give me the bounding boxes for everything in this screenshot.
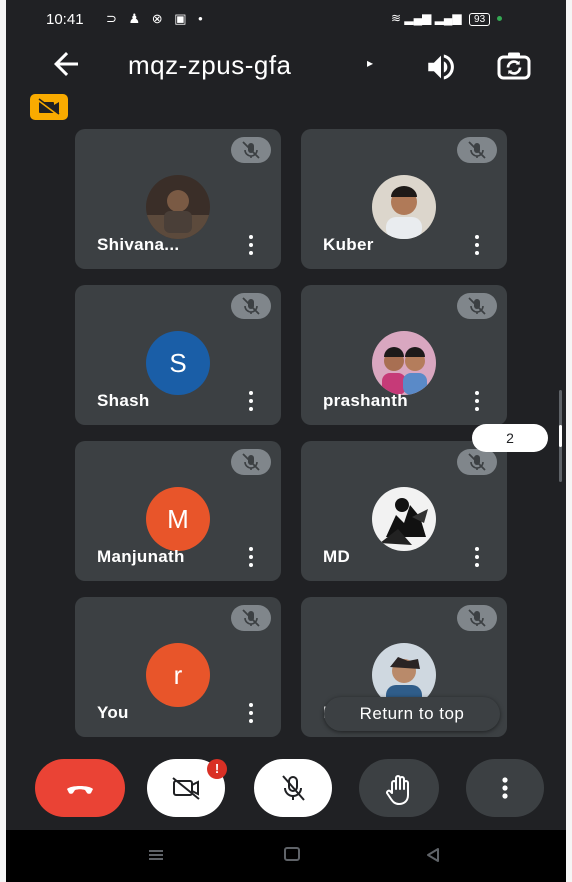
meeting-code[interactable]: mqz-zpus-gfa [128, 50, 292, 81]
more-options-button[interactable] [466, 759, 544, 817]
more-vert-icon[interactable] [469, 389, 485, 413]
more-vert-icon[interactable] [243, 701, 259, 725]
avatar-initial: M [146, 487, 210, 551]
participant-name: You [97, 703, 129, 722]
more-vert-icon [502, 777, 508, 799]
mic-off-icon [282, 775, 305, 801]
participant-tile[interactable]: M Manjunath [75, 441, 281, 581]
muted-mic-icon [231, 137, 271, 163]
toggle-mic-button[interactable] [254, 759, 332, 817]
participant-name: Manjunath [97, 547, 185, 566]
participant-tile[interactable]: prashanth [301, 285, 507, 425]
participant-name: Shivana... [97, 235, 180, 254]
speaker-icon[interactable] [424, 50, 458, 84]
more-vert-icon[interactable] [243, 545, 259, 569]
page-indicator: 2 [472, 424, 548, 452]
participant-name: prashanth [323, 391, 408, 410]
participant-tile[interactable]: Shivana... [75, 129, 281, 269]
signal-icon: ▂▄▆ ▂▄▆ [404, 11, 462, 25]
participant-tile[interactable]: S Shash [75, 285, 281, 425]
battery-icon: 93 [469, 13, 491, 26]
back-arrow-icon[interactable] [48, 46, 84, 82]
participant-tile[interactable]: MD [301, 441, 507, 581]
privacy-dot-icon [497, 16, 503, 22]
more-vert-icon[interactable] [243, 389, 259, 413]
hangup-icon [67, 786, 93, 794]
switch-camera-icon[interactable] [496, 48, 532, 84]
muted-mic-icon [231, 293, 271, 319]
raise-hand-button[interactable] [359, 759, 439, 817]
system-icons: ≋ ▂▄▆ ▂▄▆ 93 [391, 11, 503, 26]
avatar-initial: r [146, 643, 210, 707]
nav-back-icon[interactable] [424, 846, 442, 864]
participant-name: Shash [97, 391, 150, 410]
scrollbar-thumb[interactable] [559, 425, 562, 447]
muted-mic-icon [231, 605, 271, 631]
participant-tile[interactable]: Kuber [301, 129, 507, 269]
camera-off-badge [30, 94, 68, 120]
participant-tile[interactable]: r You [75, 597, 281, 737]
home-icon[interactable] [284, 847, 300, 861]
hand-icon [386, 775, 409, 805]
muted-mic-icon [231, 449, 271, 475]
avatar [372, 487, 436, 551]
avatar-initial: S [146, 331, 210, 395]
meet-screen: 10:41 ⊃ ♟ ⊗ ▣ • ≋ ▂▄▆ ▂▄▆ 93 mqz-zpus-gf… [6, 0, 566, 882]
muted-mic-icon [457, 137, 497, 163]
participant-name: Kuber [323, 235, 374, 254]
status-time: 10:41 [46, 11, 84, 28]
return-to-top-button[interactable]: Return to top [324, 697, 500, 731]
muted-mic-icon [457, 293, 497, 319]
top-bar: mqz-zpus-gfa ▸ [6, 40, 566, 92]
end-call-button[interactable] [35, 759, 125, 817]
video-off-icon [37, 98, 60, 116]
camera-alert-badge: ! [207, 759, 227, 779]
muted-mic-icon [457, 449, 497, 475]
participant-name: MD [323, 547, 351, 566]
muted-mic-icon [457, 605, 497, 631]
wifi-icon: ≋ [391, 11, 402, 25]
status-bar: 10:41 ⊃ ♟ ⊗ ▣ • ≋ ▂▄▆ ▂▄▆ 93 [6, 0, 566, 40]
avatar [146, 175, 210, 239]
system-nav-bar [6, 830, 566, 882]
more-vert-icon[interactable] [469, 233, 485, 257]
avatar [372, 331, 436, 395]
more-vert-icon[interactable] [243, 233, 259, 257]
recents-icon[interactable] [147, 848, 165, 862]
notification-icons: ⊃ ♟ ⊗ ▣ • [106, 11, 207, 26]
avatar [372, 175, 436, 239]
meeting-details-caret-icon[interactable]: ▸ [367, 56, 373, 70]
more-vert-icon[interactable] [469, 545, 485, 569]
